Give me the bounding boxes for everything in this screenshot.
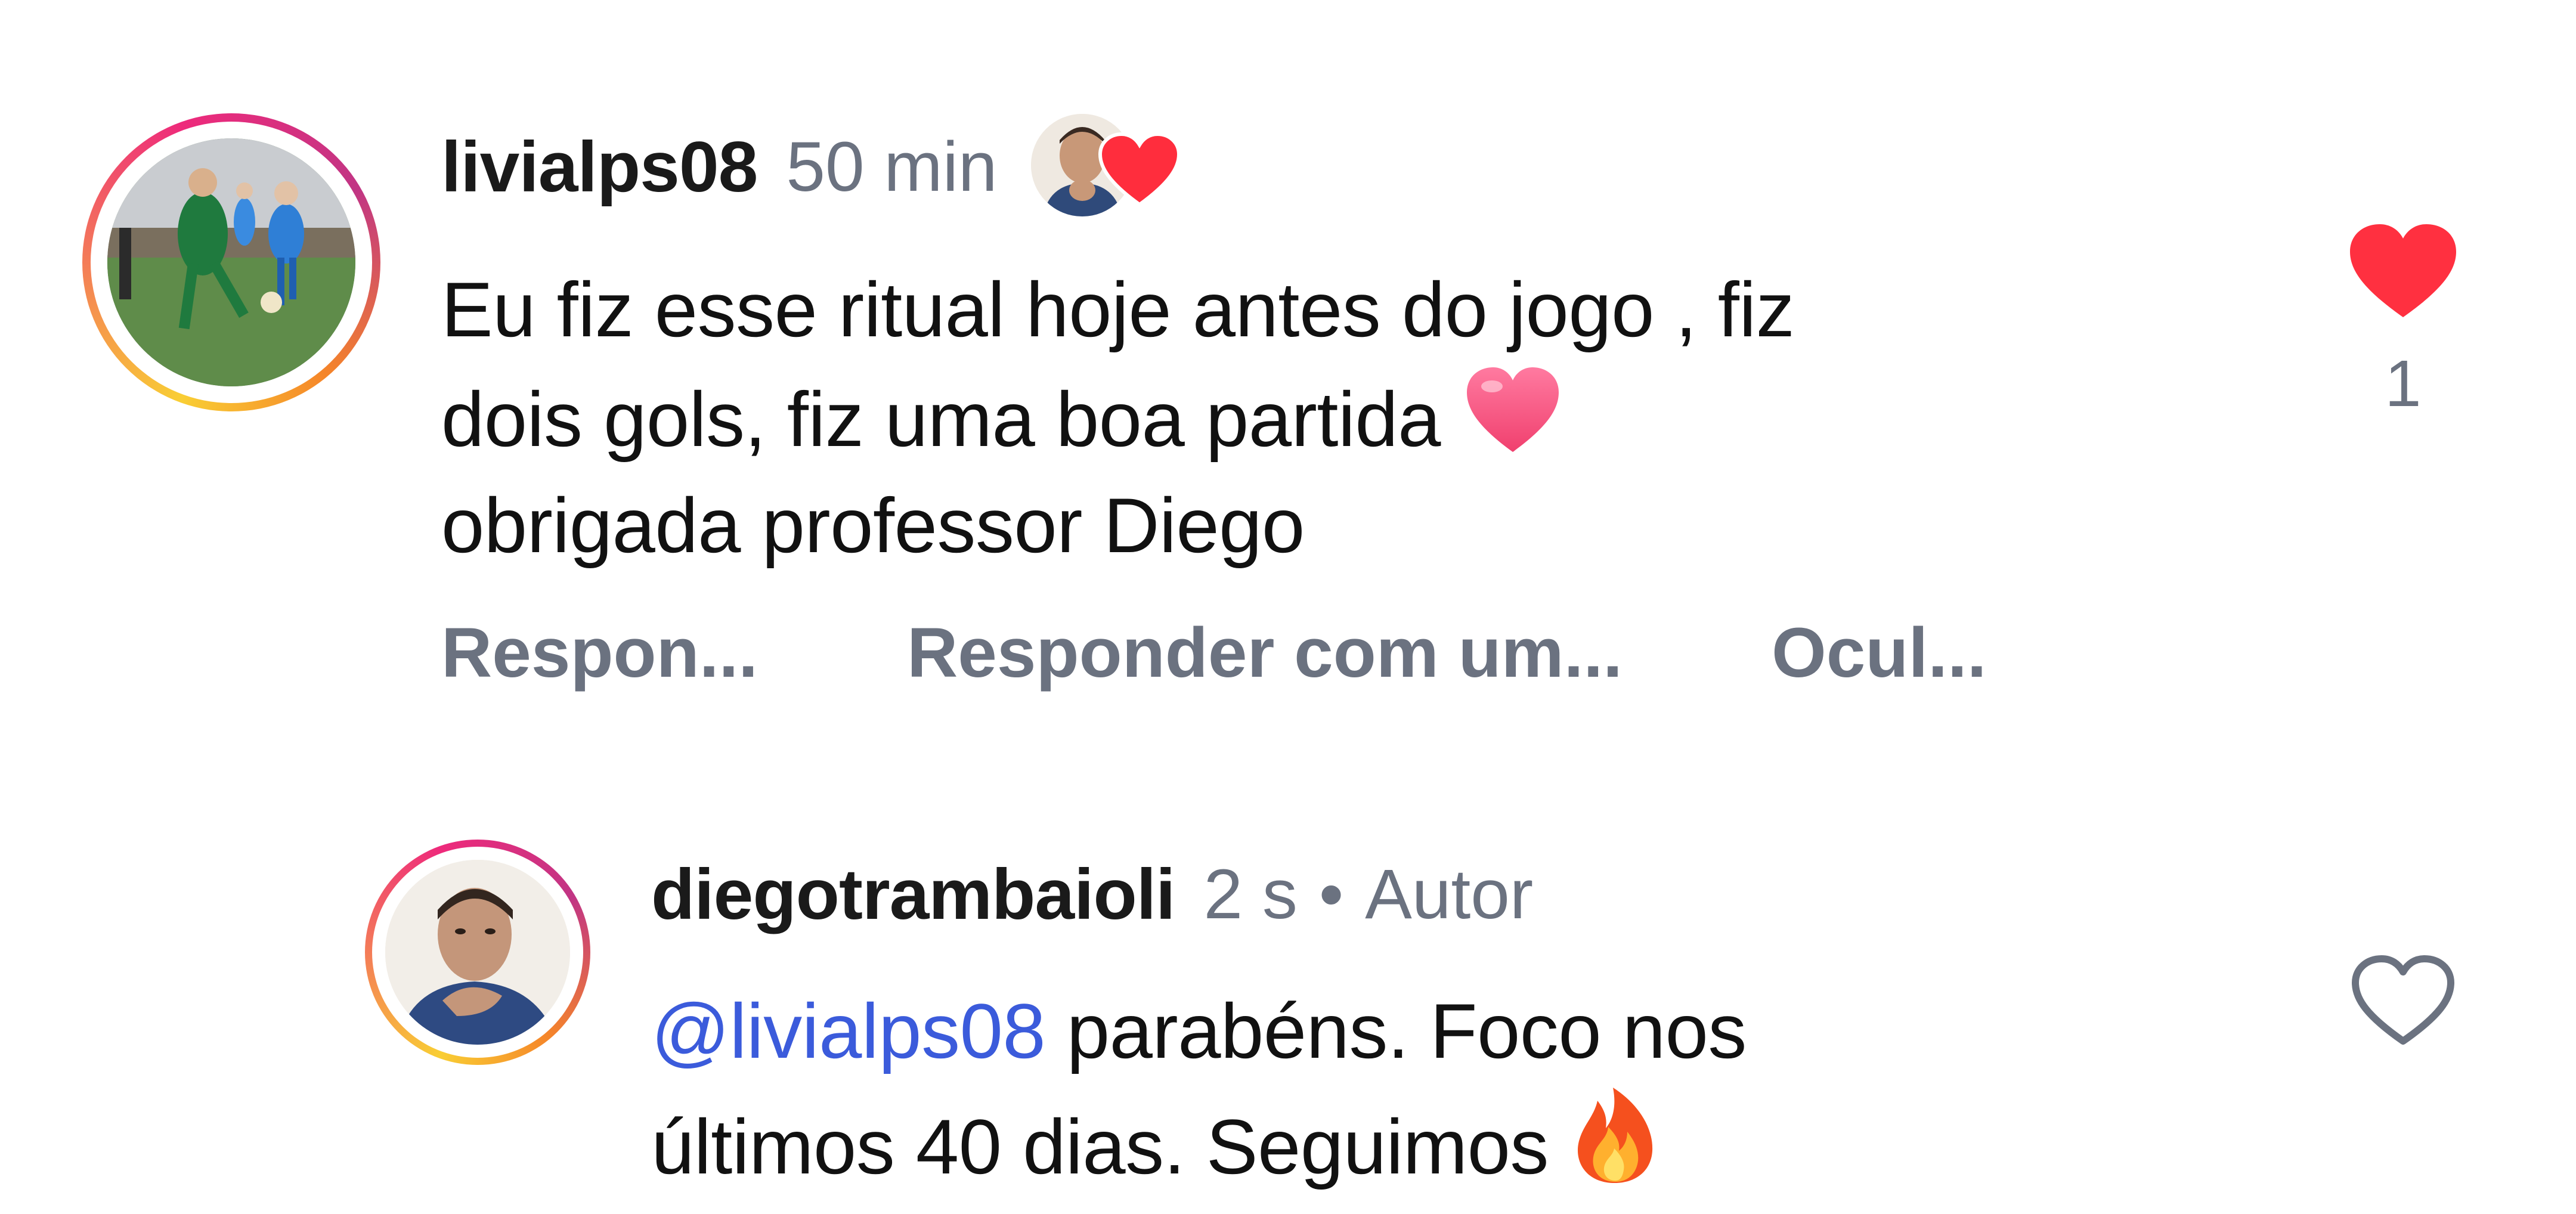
reply-with-button[interactable]: Responder com um... [907, 612, 1623, 693]
comment-text-line: dois gols, fiz uma boa partida [441, 363, 2230, 472]
reply-text-segment: últimos 40 dias. Seguimos [651, 1103, 1549, 1190]
reply-username[interactable]: diegotrambaioli [651, 853, 1175, 936]
commenter-avatar-ring[interactable] [82, 113, 380, 411]
reply-text-line: @livialps08 parabéns. Foco nos [651, 978, 2202, 1084]
pink-heart-emoji [1466, 367, 1559, 452]
comment-username[interactable]: livialps08 [441, 126, 758, 208]
reply-header: diegotrambaioli 2 s • Autor [651, 847, 1533, 942]
commenter-avatar[interactable] [107, 138, 355, 386]
heart-filled-icon[interactable] [2346, 221, 2460, 322]
soccer-photo-icon [107, 138, 355, 386]
heart-outline-icon[interactable] [2349, 952, 2457, 1048]
like-count[interactable]: 1 [2385, 346, 2421, 422]
reply-text: @livialps08 parabéns. Foco nos últimos 4… [651, 978, 2202, 1200]
mention-link[interactable]: @livialps08 [651, 987, 1046, 1074]
comment-text-line: Eu fiz esse ritual hoje antes do jogo , … [441, 266, 1795, 353]
liked-by-author-badge [1030, 110, 1192, 224]
comment-actions: Respon... Responder com um... Ocul... [441, 608, 2136, 698]
comments-panel: livialps08 50 min Eu fiz esse ritual hoj… [0, 0, 2576, 1214]
author-face-icon [385, 860, 570, 1045]
reply-timestamp: 2 s [1203, 855, 1298, 934]
author-avatar-ring[interactable] [365, 840, 590, 1065]
comment-timestamp: 50 min [786, 128, 998, 206]
reply-text-line: últimos 40 dias. Seguimos [651, 1084, 2202, 1200]
comment-text: Eu fiz esse ritual hoje antes do jogo , … [441, 256, 2230, 578]
reply-like [2343, 952, 2463, 1048]
comment-text-segment: dois gols, fiz uma boa partida [441, 376, 1441, 463]
fire-emoji [1577, 1088, 1652, 1183]
separator-dot: • [1318, 855, 1344, 934]
comment-header: livialps08 50 min [441, 114, 1192, 216]
reply-text-segment: parabéns. Foco nos [1045, 987, 1747, 1074]
author-badge: Autor [1365, 855, 1534, 934]
author-avatar[interactable] [385, 860, 570, 1045]
reply-button[interactable]: Respon... [441, 612, 758, 693]
comment-text-line: obrigada professor Diego [441, 482, 1305, 569]
comment-like: 1 [2343, 221, 2463, 422]
hide-button[interactable]: Ocul... [1772, 612, 1987, 693]
heart-filled-icon [1098, 132, 1181, 207]
